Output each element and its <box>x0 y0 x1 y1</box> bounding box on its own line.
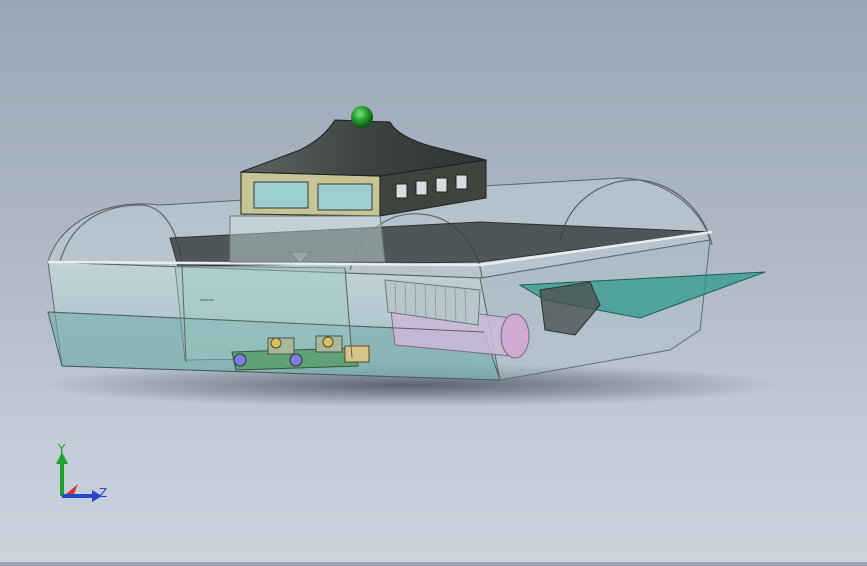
cabin-base-glass <box>229 215 386 263</box>
model-render[interactable] <box>0 0 867 562</box>
x-axis-arrow <box>66 484 78 494</box>
z-axis-label: Z <box>99 486 108 500</box>
cabin-window-2 <box>317 183 373 211</box>
y-axis-label: Y <box>58 442 66 456</box>
3d-viewport[interactable]: Y Z <box>0 0 867 562</box>
orientation-triad: Y Z <box>44 438 124 518</box>
beacon-ball <box>351 106 373 128</box>
engine-cap <box>500 313 530 359</box>
wheel-left <box>233 353 247 367</box>
battery-block <box>344 345 370 363</box>
triad-axes <box>56 452 102 502</box>
cabin-window-1 <box>253 181 309 209</box>
gear-1 <box>270 337 282 349</box>
wheel-mid <box>289 353 303 367</box>
gear-2 <box>322 336 334 348</box>
